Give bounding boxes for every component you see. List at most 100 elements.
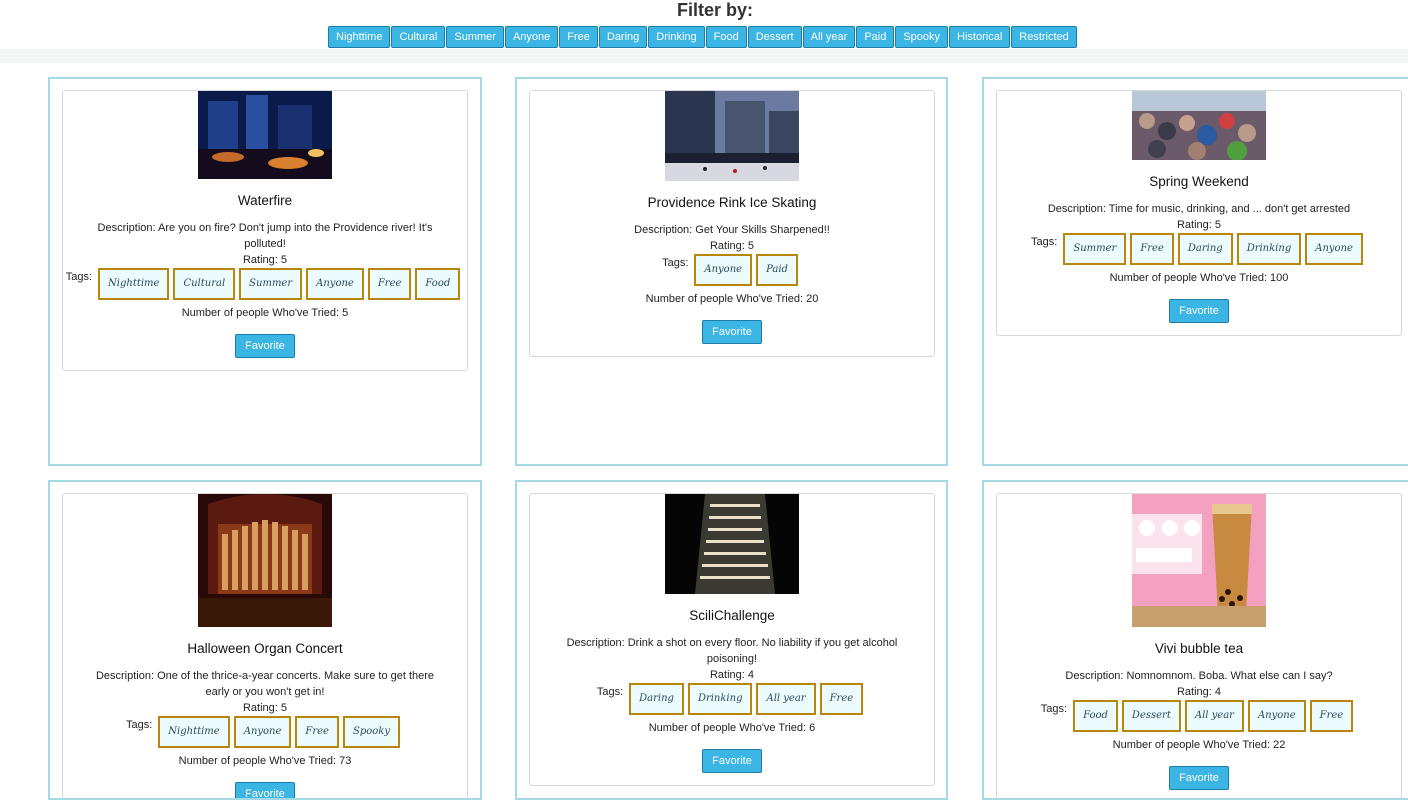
activity-card: Spring Weekend Description: Time for mus… [996, 90, 1402, 336]
tag: Free [1309, 700, 1354, 732]
tags-label: Tags: [1031, 236, 1058, 248]
activity-title: SciliChallenge [689, 608, 775, 623]
tags-label: Tags: [596, 686, 624, 698]
tag: Anyone [233, 716, 292, 748]
filter-button-food[interactable]: Food [705, 26, 747, 48]
tag: Food [415, 268, 461, 300]
tag: Nighttime [158, 716, 230, 748]
tag: Anyone [1305, 233, 1363, 265]
favorite-button[interactable]: Favorite [702, 320, 762, 344]
favorite-button[interactable]: Favorite [702, 749, 762, 773]
filter-button-anyone[interactable]: Anyone [504, 26, 559, 48]
tag: Daring [1177, 233, 1233, 265]
tag: Paid [756, 254, 798, 286]
activity-card: Providence Rink Ice Skating Description:… [529, 90, 935, 357]
filter-button-all-year[interactable]: All year [802, 26, 856, 48]
activity-photo [198, 494, 332, 627]
tag: All year [756, 683, 816, 715]
filter-button-summer[interactable]: Summer [446, 26, 504, 48]
filter-button-spooky[interactable]: Spooky [895, 26, 949, 48]
filter-button-drinking[interactable]: Drinking [648, 26, 705, 48]
activity-rating: Rating: 5 [709, 240, 755, 252]
filter-button-cultural[interactable]: Cultural [391, 26, 446, 48]
tag: Free [295, 716, 339, 748]
tag: Dessert [1121, 700, 1181, 732]
activity-title: Providence Rink Ice Skating [647, 195, 817, 210]
activity-description: Description: One of the thrice-a-year co… [95, 670, 435, 698]
tags-label: Tags: [1040, 703, 1068, 715]
filter-button-daring[interactable]: Daring [598, 26, 648, 48]
filter-button-historical[interactable]: Historical [949, 26, 1011, 48]
activity-description: Description: Drink a shot on every floor… [566, 637, 898, 665]
tag: Free [819, 683, 864, 715]
tried-count: Number of people Who've Tried: 22 [1112, 739, 1286, 751]
activity-description: Description: Get Your Skills Sharpened!! [634, 224, 830, 236]
tag: All year [1184, 700, 1244, 732]
tag: Free [367, 268, 412, 300]
activity-description: Description: Time for music, drinking, a… [1047, 203, 1351, 215]
tags-row: Tags: Anyone Paid [530, 254, 934, 286]
activity-card: Waterfire Description: Are you on fire? … [62, 90, 468, 371]
tried-count: Number of people Who've Tried: 5 [181, 307, 349, 319]
tag: Summer [239, 268, 303, 300]
activity-photo [198, 91, 332, 179]
filter-button-restricted[interactable]: Restricted [1011, 26, 1077, 48]
activity-title: Waterfire [237, 193, 293, 208]
activity-rating: Rating: 5 [242, 254, 288, 266]
tags-row: Tags: Nighttime Anyone Free Spooky [63, 716, 467, 748]
activity-rating: Rating: 5 [242, 702, 288, 714]
filter-bar: Nighttime Cultural Summer Anyone Free Da… [328, 26, 1078, 48]
tried-count: Number of people Who've Tried: 20 [645, 293, 819, 305]
tag: Free [1130, 233, 1174, 265]
tag: Summer [1063, 233, 1127, 265]
tried-count: Number of people Who've Tried: 100 [1109, 272, 1289, 284]
tag: Anyone [694, 254, 753, 286]
activity-card: Vivi bubble tea Description: Nomnomnom. … [996, 493, 1402, 798]
favorite-button[interactable]: Favorite [1169, 299, 1229, 323]
activity-panel: Waterfire Description: Are you on fire? … [48, 77, 482, 466]
favorite-button[interactable]: Favorite [1169, 766, 1229, 790]
activity-description: Description: Nomnomnom. Boba. What else … [1065, 670, 1333, 682]
activity-card: Halloween Organ Concert Description: One… [62, 493, 468, 798]
tags-label: Tags: [65, 271, 93, 283]
filter-button-nighttime[interactable]: Nighttime [328, 26, 391, 48]
tried-count: Number of people Who've Tried: 6 [648, 722, 816, 734]
filter-title: Filter by: [676, 0, 753, 20]
activity-rating: Rating: 5 [1176, 219, 1222, 231]
activity-panel: Halloween Organ Concert Description: One… [48, 480, 482, 800]
filter-button-free[interactable]: Free [559, 26, 598, 48]
activity-description: Description: Are you on fire? Don't jump… [97, 222, 433, 250]
tag: Anyone [1247, 700, 1306, 732]
activity-panel: SciliChallenge Description: Drink a shot… [515, 480, 948, 800]
tags-label: Tags: [125, 719, 153, 731]
activity-title: Spring Weekend [1149, 174, 1249, 189]
tag: Spooky [342, 716, 400, 748]
activity-photo [665, 494, 799, 594]
tags-row: Tags: Nighttime Cultural Summer Anyone F… [63, 268, 467, 300]
tag: Cultural [173, 268, 236, 300]
activity-panel: Providence Rink Ice Skating Description:… [515, 77, 948, 466]
tried-count: Number of people Who've Tried: 73 [178, 755, 352, 767]
activity-rating: Rating: 4 [1176, 686, 1222, 698]
activity-photo [1132, 91, 1266, 160]
favorite-button[interactable]: Favorite [235, 334, 295, 358]
tag: Nighttime [98, 268, 170, 300]
tag: Drinking [1236, 233, 1302, 265]
activity-card: SciliChallenge Description: Drink a shot… [529, 493, 935, 786]
activity-panel: Vivi bubble tea Description: Nomnomnom. … [982, 480, 1408, 800]
filter-button-dessert[interactable]: Dessert [747, 26, 802, 48]
filter-button-paid[interactable]: Paid [856, 26, 895, 48]
tag: Food [1073, 700, 1118, 732]
filter-header: Filter by: Nighttime Cultural Summer Any… [0, 0, 1408, 49]
tag: Daring [629, 683, 684, 715]
favorite-button[interactable]: Favorite [235, 782, 295, 798]
tag: Anyone [306, 268, 364, 300]
activity-photo [665, 91, 799, 181]
tag: Drinking [687, 683, 753, 715]
activity-title: Vivi bubble tea [1154, 641, 1244, 656]
activity-title: Halloween Organ Concert [187, 641, 343, 656]
tags-row: Tags: Daring Drinking All year Free [530, 683, 934, 715]
tags-label: Tags: [662, 257, 689, 269]
header-divider [0, 49, 1408, 63]
activity-photo [1132, 494, 1266, 627]
